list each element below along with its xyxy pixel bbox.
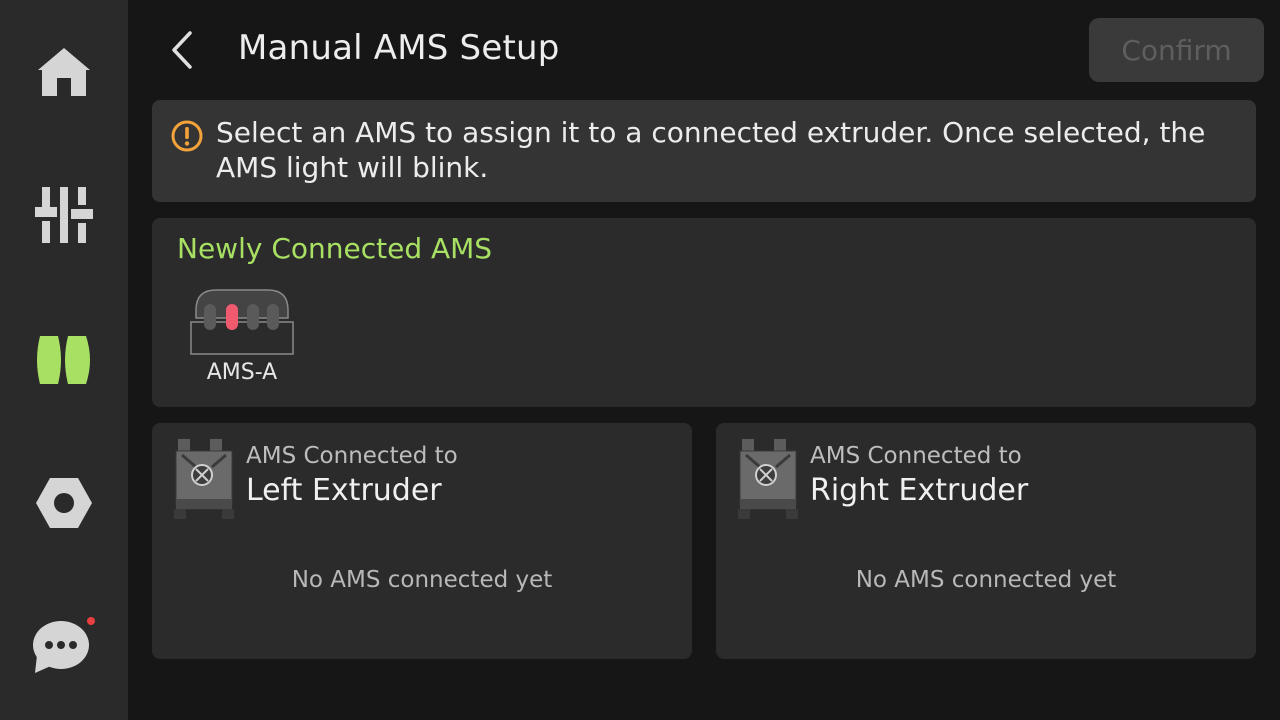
left-extruder-card[interactable]: AMS Connected to Left Extruder No AMS co… xyxy=(152,423,692,659)
sidebar-item-settings[interactable] xyxy=(0,453,128,553)
extruder-icon xyxy=(738,439,798,519)
empty-state-text: No AMS connected yet xyxy=(291,567,553,593)
empty-state-text: No AMS connected yet xyxy=(855,567,1117,593)
page-title: Manual AMS Setup xyxy=(238,28,560,68)
sidebar-item-home[interactable] xyxy=(0,22,128,122)
info-text: Select an AMS to assign it to a connecte… xyxy=(216,116,1206,184)
sidebar-item-filament[interactable] xyxy=(0,310,128,410)
right-extruder-card[interactable]: AMS Connected to Right Extruder No AMS c… xyxy=(716,423,1256,659)
hex-nut-settings-icon xyxy=(36,478,92,528)
sidebar-item-messages[interactable] xyxy=(0,596,128,696)
notification-dot xyxy=(87,617,95,625)
sidebar-item-controls[interactable] xyxy=(0,165,128,265)
extruder-caption: AMS Connected to xyxy=(246,443,458,469)
filament-spool-icon xyxy=(37,336,90,384)
home-icon xyxy=(38,48,90,96)
newly-connected-ams-card: Newly Connected AMS AMS-A xyxy=(152,218,1256,407)
extruder-caption: AMS Connected to xyxy=(810,443,1022,469)
back-button[interactable] xyxy=(158,22,206,78)
chat-bubble-icon xyxy=(33,617,95,673)
extruder-name: Left Extruder xyxy=(246,473,442,508)
section-title: Newly Connected AMS xyxy=(177,232,493,265)
ams-unit-label: AMS-A xyxy=(206,360,278,385)
chevron-left-icon xyxy=(172,31,192,69)
main-content: Manual AMS Setup Confirm Select an AMS t… xyxy=(128,0,1280,720)
ams-unit-icon xyxy=(190,289,294,355)
info-banner: Select an AMS to assign it to a connecte… xyxy=(152,100,1256,202)
sliders-icon xyxy=(35,187,93,243)
sidebar xyxy=(0,0,128,720)
extruder-name: Right Extruder xyxy=(810,473,1029,508)
confirm-button[interactable]: Confirm xyxy=(1089,18,1264,82)
extruder-icon xyxy=(174,439,234,519)
ams-unit[interactable]: AMS-A xyxy=(190,288,294,388)
info-circle-icon xyxy=(171,120,203,152)
